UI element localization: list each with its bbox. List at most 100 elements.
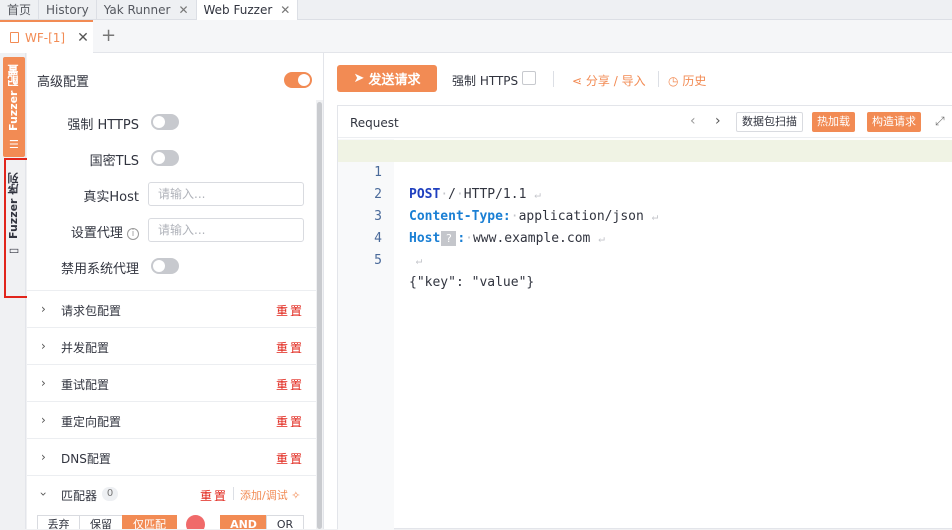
section-retry-config[interactable]: › 重试配置 重置 — [27, 364, 316, 401]
close-icon[interactable]: ✕ — [280, 1, 290, 20]
chevron-left-icon[interactable]: ‹ — [690, 113, 696, 129]
tab-label: History — [46, 2, 89, 17]
logic-and-button[interactable]: AND — [220, 515, 267, 529]
share-icon: ⋖ — [572, 74, 583, 88]
close-icon[interactable]: ✕ — [77, 30, 89, 46]
tab-web-fuzzer[interactable]: Web Fuzzer ✕ — [196, 0, 299, 20]
code-line[interactable]: 5 {"key": "value"} — [338, 228, 952, 290]
build-request-button[interactable]: 构造请求 — [867, 112, 921, 132]
chevron-right-icon: › — [41, 339, 46, 353]
disable-system-proxy-toggle[interactable] — [151, 258, 179, 274]
info-icon: i — [127, 227, 139, 240]
divider — [233, 487, 234, 500]
history-label: 历史 — [682, 74, 707, 88]
section-title: 重定向配置 — [61, 415, 122, 429]
send-request-label: 发送请求 — [368, 73, 421, 88]
reset-button[interactable]: 重置 — [276, 450, 304, 467]
section-concurrency-config[interactable]: › 并发配置 重置 — [27, 327, 316, 364]
wand-icon: ✧ — [291, 489, 301, 502]
section-matcher: › 匹配器 0 重置 添加/调试 ✧ 丢弃 保留 仅匹配 AND OR — [27, 475, 316, 529]
gm-tls-toggle[interactable] — [151, 150, 179, 166]
packet-scan-button[interactable]: 数据包扫描 — [736, 112, 803, 132]
section-redirect-config[interactable]: › 重定向配置 重置 — [27, 401, 316, 438]
send-request-button[interactable]: ➤ 发送请求 — [337, 65, 437, 92]
vertical-tab-label: Fuzzer 配置 — [7, 64, 20, 131]
mode-keep-button[interactable]: 保留 — [79, 515, 123, 529]
section-title: DNS配置 — [61, 452, 111, 466]
force-https-label: 强制 HTTPS — [67, 118, 139, 133]
chevron-right-icon[interactable]: › — [715, 113, 721, 129]
sliders-icon: ☰ — [7, 136, 21, 150]
chevron-right-icon: › — [41, 450, 46, 464]
tab-history[interactable]: History — [39, 0, 97, 20]
tab-label: 首页 — [7, 2, 32, 17]
vertical-tab-fuzzer-config[interactable]: ☰ Fuzzer 配置 — [3, 57, 25, 157]
reset-button[interactable]: 重置 — [276, 413, 304, 430]
proxy-label: 设置代理 i — [47, 222, 139, 241]
tab-label: Yak Runner — [103, 2, 171, 17]
editor-header: Request ‹ › 数据包扫描 热加载 构造请求 ⤢ — [338, 106, 952, 138]
color-picker[interactable] — [186, 515, 205, 529]
document-icon — [10, 32, 19, 43]
newline-icon: ↵ — [409, 254, 423, 267]
matcher-reset-button[interactable]: 重置 — [200, 487, 228, 504]
matcher-mode-group: 丢弃 保留 仅匹配 AND OR — [37, 515, 317, 529]
close-icon[interactable]: ✕ — [178, 1, 188, 20]
code-line[interactable]: 1 POST·/·HTTP/1.1 ↵ — [338, 140, 952, 202]
tab-label: Web Fuzzer — [203, 2, 273, 17]
top-tab-bar: 首页 History Yak Runner ✕ Web Fuzzer ✕ — [0, 0, 952, 20]
real-host-input[interactable]: 请输入... — [148, 182, 304, 206]
disable-system-proxy-label: 禁用系统代理 — [60, 262, 139, 277]
code-line[interactable]: 2 Content-Type:·application/json ↵ — [338, 162, 952, 224]
scrollbar-thumb[interactable] — [317, 102, 322, 529]
chevron-right-icon: › — [41, 376, 46, 390]
logic-or-button[interactable]: OR — [266, 515, 304, 529]
mode-discard-button[interactable]: 丢弃 — [37, 515, 80, 529]
section-title: 重试配置 — [61, 378, 110, 392]
share-import-label: 分享 / 导入 — [585, 74, 646, 88]
section-request-config[interactable]: › 请求包配置 重置 — [27, 290, 316, 327]
gm-tls-label: 国密TLS — [89, 154, 139, 169]
config-panel: 高级配置 强制 HTTPS 国密TLS 真实Host 请输入... 设置代理 i… — [27, 53, 324, 529]
section-dns-config[interactable]: › DNS配置 重置 — [27, 438, 316, 475]
force-https-toggle[interactable] — [151, 114, 179, 130]
send-icon: ➤ — [353, 71, 365, 86]
fuzzer-subtab-bar: WF-[1] ✕ + — [0, 20, 952, 53]
matcher-title: 匹配器 — [61, 489, 98, 503]
section-title: 并发配置 — [61, 341, 110, 355]
subtab-label: WF-[1] — [25, 30, 66, 45]
share-import-button[interactable]: ⋖ 分享 / 导入 — [572, 72, 646, 89]
section-title: 请求包配置 — [61, 304, 122, 318]
chevron-right-icon: › — [41, 413, 46, 427]
reset-button[interactable]: 重置 — [276, 339, 304, 356]
request-body: {"key": "value"} — [409, 275, 535, 290]
matcher-count-badge: 0 — [102, 487, 118, 501]
divider — [553, 71, 554, 87]
code-line[interactable]: 4 ↵ — [338, 206, 952, 267]
mode-match-only-button[interactable]: 仅匹配 — [122, 515, 177, 529]
divider — [658, 71, 659, 87]
chevron-down-icon[interactable]: › — [36, 492, 50, 497]
request-panel: ➤ 发送请求 强制 HTTPS ⋖ 分享 / 导入 ◷ 历史 Request ‹ … — [324, 53, 952, 530]
reset-button[interactable]: 重置 — [276, 376, 304, 393]
tab-yak-runner[interactable]: Yak Runner ✕ — [97, 0, 197, 20]
expand-icon[interactable]: ⤢ — [935, 114, 945, 129]
add-tab-icon[interactable]: + — [101, 25, 116, 46]
proxy-input[interactable]: 请输入... — [148, 218, 304, 242]
clock-icon: ◷ — [668, 74, 679, 88]
matcher-add-debug-button[interactable]: 添加/调试 ✧ — [240, 487, 300, 503]
hot-reload-button[interactable]: 热加载 — [812, 112, 855, 132]
reset-button[interactable]: 重置 — [276, 302, 304, 319]
editor-title: Request — [350, 116, 399, 130]
advanced-config-toggle[interactable] — [284, 72, 312, 88]
code-line[interactable]: 3 Host?:·www.example.com ↵ — [338, 184, 952, 246]
chevron-right-icon: › — [41, 302, 46, 316]
history-button[interactable]: ◷ 历史 — [668, 72, 706, 89]
subtab-wf-1[interactable]: WF-[1] ✕ — [0, 20, 93, 53]
tab-home[interactable]: 首页 — [0, 0, 40, 20]
force-https-checkbox-label: 强制 HTTPS — [452, 74, 519, 88]
line-number: 5 — [374, 253, 382, 268]
force-https-checkbox[interactable] — [522, 71, 536, 85]
real-host-label: 真实Host — [83, 190, 139, 205]
advanced-config-label: 高级配置 — [37, 75, 90, 90]
